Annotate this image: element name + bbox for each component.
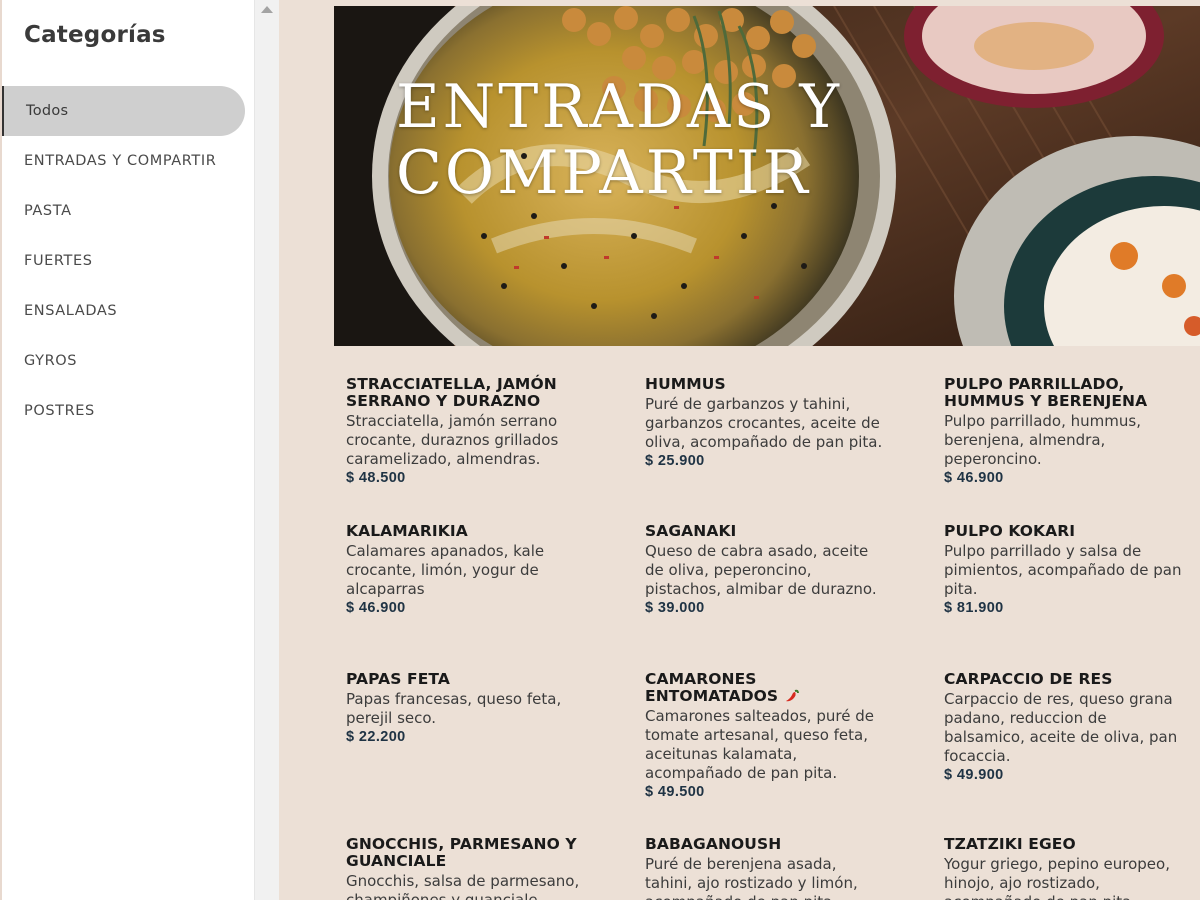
menu-item[interactable]: CAMARONES ENTOMATADOS Camarones salteado… — [645, 671, 885, 801]
menu-item-name: PULPO PARRILLADO, HUMMUS Y BERENJENA — [944, 375, 1148, 410]
menu-item-name: PULPO KOKARI — [944, 522, 1076, 540]
category-list: Todos ENTRADAS Y COMPARTIR PASTA FUERTES… — [2, 86, 256, 436]
menu-item-name: PAPAS FETA — [346, 670, 450, 688]
menu-item-description: Yogur griego, pepino europeo, hinojo, aj… — [944, 855, 1170, 900]
menu-item-description: Gnocchis, salsa de parmesano, champiñone… — [346, 872, 580, 900]
sidebar-title: Categorías — [24, 22, 166, 48]
category-item-fuertes[interactable]: FUERTES — [2, 236, 256, 286]
sidebar-scrollbar[interactable] — [254, 0, 279, 900]
menu-item[interactable]: GNOCCHIS, PARMESANO Y GUANCIALE Gnocchis… — [346, 836, 596, 900]
menu-item-name: STRACCIATELLA, JAMÓN SERRANO Y DURAZNO — [346, 375, 557, 410]
category-item-ensaladas[interactable]: ENSALADAS — [2, 286, 256, 336]
menu-item-price: $ 22.200 — [346, 729, 406, 745]
chili-pepper-icon — [785, 689, 799, 702]
menu-item-description: Papas francesas, queso feta, perejil sec… — [346, 690, 562, 727]
menu-item-price: $ 81.900 — [944, 600, 1004, 616]
menu-item-price: $ 46.900 — [944, 470, 1004, 486]
menu-item-description: Calamares apanados, kale crocante, limón… — [346, 542, 545, 598]
menu-item-name: TZATZIKI EGEO — [944, 835, 1076, 853]
menu-item[interactable]: BABAGANOUSH Puré de berenjena asada, tah… — [645, 836, 885, 900]
menu-item-name: CARPACCIO DE RES — [944, 670, 1113, 688]
menu-item[interactable]: PULPO KOKARI Pulpo parrillado y salsa de… — [944, 522, 1184, 617]
category-item-pasta[interactable]: PASTA — [2, 186, 256, 236]
menu-item[interactable]: CARPACCIO DE RES Carpaccio de res, queso… — [944, 670, 1189, 784]
menu-item-description: Pulpo parrillado, hummus, berenjena, alm… — [944, 412, 1141, 468]
menu-item-price: $ 25.900 — [645, 453, 705, 469]
menu-item-name: SAGANAKI — [645, 522, 737, 540]
menu-item-description: Stracciatella, jamón serrano crocante, d… — [346, 412, 559, 468]
category-item-entradas[interactable]: ENTRADAS Y COMPARTIR — [2, 136, 224, 186]
menu-item-price: $ 48.500 — [346, 470, 406, 486]
menu-item[interactable]: STRACCIATELLA, JAMÓN SERRANO Y DURAZNO S… — [346, 375, 596, 487]
banner-title: ENTRADAS Y COMPARTIR — [396, 74, 842, 206]
menu-item[interactable]: HUMMUS Puré de garbanzos y tahini, garba… — [645, 375, 885, 470]
menu-item[interactable]: PULPO PARRILLADO, HUMMUS Y BERENJENA Pul… — [944, 375, 1184, 487]
menu-item-price: $ 49.900 — [944, 767, 1004, 783]
menu-item-name: HUMMUS — [645, 375, 726, 393]
menu-item[interactable]: PAPAS FETA Papas francesas, queso feta, … — [346, 670, 596, 746]
menu-item-description: Puré de berenjena asada, tahini, ajo ros… — [645, 855, 858, 900]
scroll-up-arrow-icon[interactable] — [261, 6, 273, 13]
menu-item-name: BABAGANOUSH — [645, 835, 782, 853]
banner-title-line-2: COMPARTIR — [396, 138, 811, 208]
menu-item-description: Puré de garbanzos y tahini, garbanzos cr… — [645, 395, 883, 451]
banner-title-line-1: ENTRADAS Y — [396, 72, 843, 142]
menu-item-name: GNOCCHIS, PARMESANO Y GUANCIALE — [346, 835, 577, 870]
menu-item-price: $ 39.000 — [645, 600, 705, 616]
menu-item[interactable]: KALAMARIKIA Calamares apanados, kale cro… — [346, 522, 596, 617]
category-sidebar: Categorías Todos ENTRADAS Y COMPARTIR PA… — [0, 0, 254, 900]
menu-item-price: $ 49.500 — [645, 784, 705, 800]
menu-item-description: Queso de cabra asado, aceite de oliva, p… — [645, 542, 877, 598]
menu-item-description: Carpaccio de res, queso grana padano, re… — [944, 690, 1178, 765]
menu-item[interactable]: SAGANAKI Queso de cabra asado, aceite de… — [645, 522, 885, 617]
menu-item-name: KALAMARIKIA — [346, 522, 468, 540]
menu-item-name: CAMARONES ENTOMATADOS — [645, 670, 779, 705]
category-banner: ENTRADAS Y COMPARTIR — [334, 6, 1200, 346]
menu-item[interactable]: TZATZIKI EGEO Yogur griego, pepino europ… — [944, 836, 1184, 900]
menu-item-description: Camarones salteados, puré de tomate arte… — [645, 707, 874, 782]
menu-item-description: Pulpo parrillado y salsa de pimientos, a… — [944, 542, 1182, 598]
category-item-postres[interactable]: POSTRES — [2, 386, 256, 436]
menu-item-name-wrapper: CAMARONES ENTOMATADOS — [645, 671, 885, 705]
menu-item-price: $ 46.900 — [346, 600, 406, 616]
category-item-todos[interactable]: Todos — [2, 86, 245, 136]
category-item-gyros[interactable]: GYROS — [2, 336, 256, 386]
